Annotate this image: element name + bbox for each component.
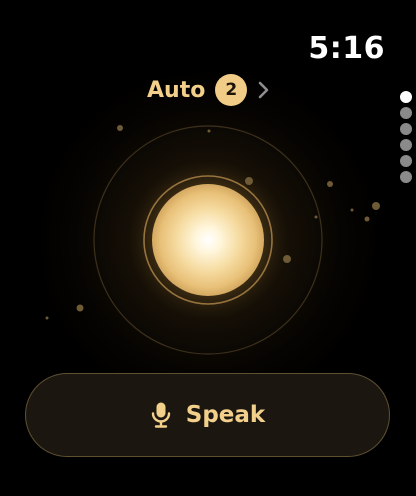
orb-core <box>152 184 264 296</box>
watch-screen: 5:16 Auto 2 Speak <box>0 0 416 496</box>
microphone-icon <box>151 402 170 428</box>
speak-button[interactable]: Speak <box>25 373 390 457</box>
speak-label: Speak <box>185 402 266 428</box>
